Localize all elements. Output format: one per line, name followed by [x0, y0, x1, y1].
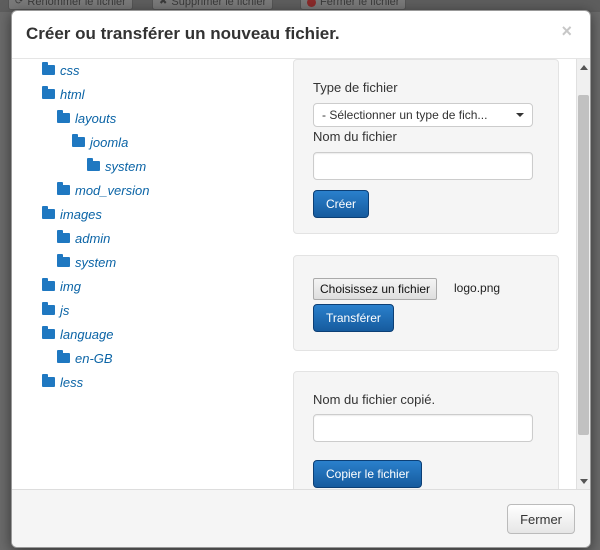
tree-item-label: layouts: [75, 110, 117, 126]
rename-file-label: Renommer le fichier: [27, 0, 126, 8]
close-file-button: Fermer le fichier: [300, 0, 407, 10]
folder-icon: [57, 182, 70, 195]
tree-item-less[interactable]: less: [42, 373, 83, 391]
tree-item-label: admin: [75, 230, 111, 246]
file-type-label: Type de fichier: [313, 80, 398, 95]
folder-icon: [57, 110, 70, 123]
scroll-up-icon[interactable]: [580, 65, 588, 70]
modal-scrollbar[interactable]: [576, 59, 590, 489]
tree-item-label: joomla: [90, 134, 129, 150]
choose-file-button[interactable]: Choisissez un fichier: [313, 278, 438, 300]
upload-button[interactable]: Transférer: [313, 304, 394, 332]
create-file-panel: Type de fichier - Sélectionner un type d…: [293, 59, 559, 234]
tree-item-label: less: [60, 374, 84, 390]
chosen-file-name: logo.png: [454, 281, 501, 295]
tree-item-joomla[interactable]: joomla: [72, 133, 128, 151]
upload-file-panel: Choisissez un fichier logo.png Transfére…: [293, 255, 559, 351]
tree-item-label: html: [60, 86, 85, 102]
tree-item-js[interactable]: js: [42, 301, 69, 319]
tree-item-label: system: [75, 254, 117, 270]
tree-item-images[interactable]: images: [42, 205, 102, 223]
tree-item-admin[interactable]: admin: [57, 229, 110, 247]
folder-icon: [42, 302, 55, 315]
folder-icon: [57, 254, 70, 267]
folder-icon: [57, 350, 70, 363]
close-icon[interactable]: ×: [561, 22, 572, 40]
tree-item-label: en-GB: [75, 350, 113, 366]
create-button[interactable]: Créer: [313, 190, 370, 218]
close-modal-button[interactable]: Fermer: [507, 504, 575, 534]
tree-item-img[interactable]: img: [42, 277, 81, 295]
file-name-input[interactable]: [313, 152, 533, 180]
delete-file-label: Supprimer le fichier: [171, 0, 267, 8]
tree-item-label: language: [60, 326, 114, 342]
file-type-select[interactable]: - Sélectionner un type de fich...: [313, 103, 533, 127]
folder-icon: [42, 326, 55, 339]
tree-item-system[interactable]: system: [57, 253, 116, 271]
close-file-label: Fermer le fichier: [320, 0, 400, 8]
file-type-select-value: - Sélectionner un type de fich...: [322, 108, 488, 122]
folder-icon: [87, 158, 100, 171]
tree-item-label: css: [60, 62, 80, 78]
tree-item-label: js: [60, 302, 70, 318]
tree-item-label: system: [105, 158, 147, 174]
modal-footer: Fermer: [12, 489, 590, 547]
file-name-label: Nom du fichier: [313, 129, 397, 144]
scroll-down-icon[interactable]: [580, 479, 588, 484]
caret-down-icon: [516, 113, 524, 117]
modal-header: Créer ou transférer un nouveau fichier. …: [12, 11, 590, 59]
folder-icon: [42, 278, 55, 291]
scroll-thumb[interactable]: [578, 95, 589, 435]
tree-item-label: img: [60, 278, 81, 294]
tree-item-label: mod_version: [75, 182, 150, 198]
tree-item-label: images: [60, 206, 102, 222]
folder-icon: [42, 86, 55, 99]
folder-icon: [42, 62, 55, 75]
modal-body: css html layouts joomla system mod_versi…: [12, 59, 590, 489]
tree-item-layouts[interactable]: layouts: [57, 109, 116, 127]
folder-icon: [72, 134, 85, 147]
modal-title: Créer ou transférer un nouveau fichier.: [26, 24, 340, 43]
close-circle-icon: [307, 0, 316, 7]
copied-file-name-input[interactable]: [313, 414, 533, 442]
copy-file-button[interactable]: Copier le fichier: [313, 460, 423, 488]
folder-icon: [42, 374, 55, 387]
tree-item-css[interactable]: css: [42, 61, 80, 79]
refresh-icon: ⟳: [15, 0, 24, 7]
tree-item-html[interactable]: html: [42, 85, 85, 103]
tree-item-mod-version[interactable]: mod_version: [57, 181, 149, 199]
create-upload-modal: Créer ou transférer un nouveau fichier. …: [11, 10, 591, 548]
delete-file-button: ✖ Supprimer le fichier: [152, 0, 274, 10]
tree-item-system[interactable]: system: [87, 157, 146, 175]
folder-icon: [42, 206, 55, 219]
folder-icon: [57, 230, 70, 243]
tree-item-language[interactable]: language: [42, 325, 114, 343]
rename-file-button: ⟳ Renommer le fichier: [8, 0, 133, 10]
tree-item-en-gb[interactable]: en-GB: [57, 349, 113, 367]
copy-file-panel: Nom du fichier copié. Copier le fichier: [293, 371, 559, 489]
cross-icon: ✖: [159, 0, 168, 7]
copied-file-name-label: Nom du fichier copié.: [313, 392, 436, 407]
